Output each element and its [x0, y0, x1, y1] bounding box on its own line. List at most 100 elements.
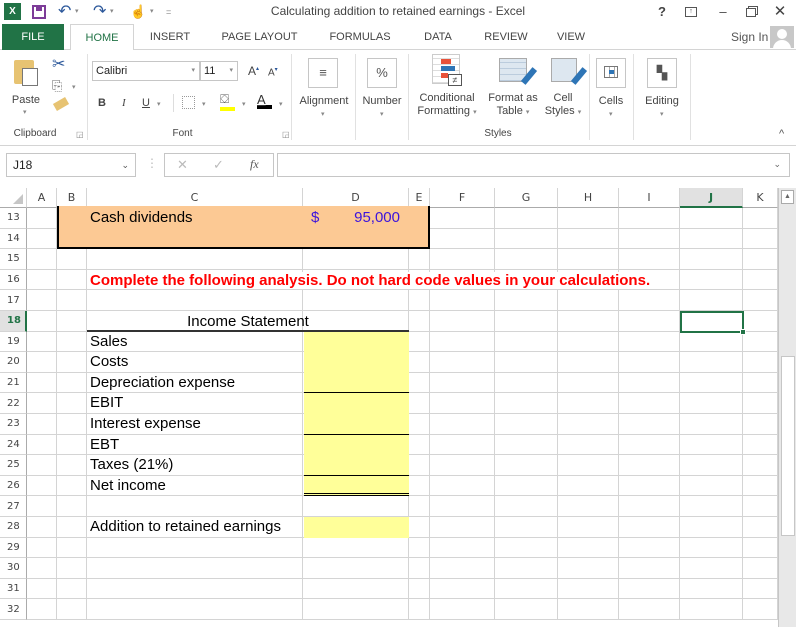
cell-f15[interactable] [430, 249, 495, 270]
font-name-select[interactable]: Calibri ▾ [92, 61, 200, 81]
cell-b15[interactable] [57, 249, 87, 270]
alignment-button[interactable]: Alignment [294, 95, 354, 108]
minimize-button[interactable]: – [712, 2, 734, 22]
cell-b32[interactable] [57, 599, 87, 620]
row-header-28[interactable]: 28 [0, 517, 27, 538]
tab-file[interactable]: FILE [2, 24, 64, 50]
fill-color-icon[interactable]: ⛋ [220, 92, 235, 111]
cell-i30[interactable] [619, 558, 680, 579]
cell-j30[interactable] [680, 558, 743, 579]
sign-in-link[interactable]: Sign In [731, 30, 768, 44]
answer-cell-d26[interactable] [304, 475, 409, 497]
cell-i31[interactable] [619, 578, 680, 600]
cell-e15[interactable] [409, 249, 430, 270]
row-header-23[interactable]: 23 [0, 414, 27, 435]
help-button[interactable]: ? [651, 2, 673, 22]
column-header-b[interactable]: B [57, 188, 87, 208]
scroll-thumb[interactable] [781, 356, 795, 536]
cell-j13[interactable] [680, 208, 743, 229]
cell-g20[interactable] [495, 352, 558, 373]
row-header-32[interactable]: 32 [0, 599, 27, 620]
column-header-f[interactable]: F [430, 188, 495, 208]
copy-icon[interactable]: ⎘ [52, 78, 62, 94]
cell-i29[interactable] [619, 537, 680, 559]
cell-a16[interactable] [27, 269, 57, 291]
cell-g24[interactable] [495, 434, 558, 456]
cell-h28[interactable] [558, 517, 619, 538]
cell-g19[interactable] [495, 331, 558, 353]
column-header-g[interactable]: G [495, 188, 558, 208]
cell-k25[interactable] [743, 455, 778, 476]
cell-i22[interactable] [619, 393, 680, 414]
cell-b18[interactable] [57, 311, 87, 332]
cell-h26[interactable] [558, 475, 619, 497]
cell-c15[interactable] [87, 249, 303, 270]
cell-j23[interactable] [680, 414, 743, 435]
cell-h25[interactable] [558, 455, 619, 476]
cell-b16[interactable] [57, 269, 87, 291]
cell-a18[interactable] [27, 311, 57, 332]
row-header-27[interactable]: 27 [0, 496, 27, 517]
restore-button[interactable] [740, 2, 762, 22]
cell-k19[interactable] [743, 331, 778, 353]
row-header-17[interactable]: 17 [0, 290, 27, 311]
cell-h20[interactable] [558, 352, 619, 373]
cell-k14[interactable] [743, 228, 778, 250]
cell-f23[interactable] [430, 414, 495, 435]
clipboard-launcher-icon[interactable]: ◲ [76, 130, 84, 139]
cell-h27[interactable] [558, 496, 619, 517]
cell-styles-button[interactable]: Cell Styles ▾ [540, 92, 586, 119]
cell-k21[interactable] [743, 372, 778, 394]
cell-e21[interactable] [409, 372, 430, 394]
cell-i27[interactable] [619, 496, 680, 517]
cell-k15[interactable] [743, 249, 778, 270]
select-all-corner[interactable] [0, 188, 27, 208]
cell-g21[interactable] [495, 372, 558, 394]
row-header-13[interactable]: 13 [0, 208, 27, 229]
answer-cell-d20[interactable] [304, 352, 409, 373]
fill-color-dropdown-icon[interactable]: ▾ [242, 100, 246, 108]
cell-b17[interactable] [57, 290, 87, 311]
cell-j15[interactable] [680, 249, 743, 270]
cell-j24[interactable] [680, 434, 743, 456]
scroll-up-button[interactable]: ▲ [781, 190, 794, 204]
ribbon-display-options-button[interactable]: ↑ [680, 2, 702, 22]
cells-icon[interactable] [596, 58, 626, 88]
cell-e23[interactable] [409, 414, 430, 435]
cell-f21[interactable] [430, 372, 495, 394]
cell-f19[interactable] [430, 331, 495, 353]
cell-f29[interactable] [430, 537, 495, 559]
cell-i26[interactable] [619, 475, 680, 497]
cell-a17[interactable] [27, 290, 57, 311]
cell-b25[interactable] [57, 455, 87, 476]
cell-h17[interactable] [558, 290, 619, 311]
cell-f32[interactable] [430, 599, 495, 620]
cell-j29[interactable] [680, 537, 743, 559]
row-header-26[interactable]: 26 [0, 475, 27, 497]
name-box-dropdown-icon[interactable]: ⌄ [121, 154, 129, 176]
cell-d15[interactable] [303, 249, 409, 270]
cell-j25[interactable] [680, 455, 743, 476]
cell-i18[interactable] [619, 311, 680, 332]
cell-g29[interactable] [495, 537, 558, 559]
alignment-icon[interactable]: ≡ [308, 58, 338, 88]
cell-h23[interactable] [558, 414, 619, 435]
cell-j27[interactable] [680, 496, 743, 517]
tab-insert[interactable]: INSERT [140, 24, 200, 50]
format-as-table-icon[interactable] [499, 58, 538, 85]
cell-a21[interactable] [27, 372, 57, 394]
row-header-18[interactable]: 18 [0, 311, 27, 332]
tab-formulas[interactable]: FORMULAS [322, 24, 398, 50]
cell-k23[interactable] [743, 414, 778, 435]
column-header-h[interactable]: H [558, 188, 619, 208]
cell-a29[interactable] [27, 537, 57, 559]
cell-a20[interactable] [27, 352, 57, 373]
cell-e27[interactable] [409, 496, 430, 517]
cell-k13[interactable] [743, 208, 778, 229]
cell-h21[interactable] [558, 372, 619, 394]
cell-j20[interactable] [680, 352, 743, 373]
cell-a32[interactable] [27, 599, 57, 620]
format-painter-icon[interactable] [52, 97, 70, 111]
formula-bar-splitter[interactable]: ⋮ [146, 156, 158, 170]
conditional-formatting-button[interactable]: Conditional Formatting ▾ [412, 92, 482, 119]
